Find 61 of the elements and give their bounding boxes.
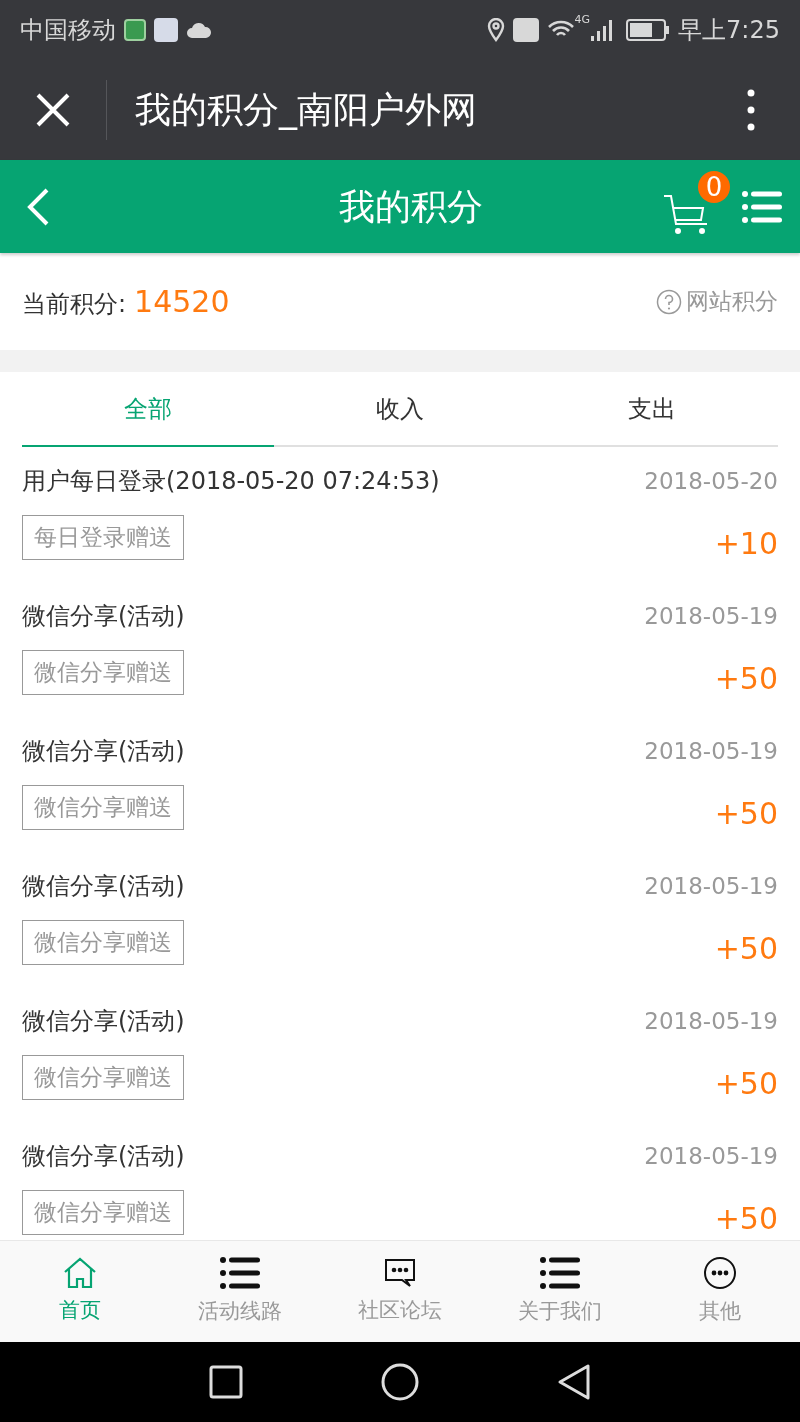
nav-item[interactable]: 活动线路: [160, 1241, 320, 1342]
record-date: 2018-05-19: [644, 601, 778, 631]
back-icon: [26, 186, 50, 227]
nav-item[interactable]: 首页: [0, 1241, 160, 1342]
home-icon: [63, 1256, 97, 1289]
tab[interactable]: 收入: [274, 372, 526, 445]
record-amount: +50: [714, 794, 778, 833]
cloud-icon: [186, 21, 212, 39]
record-title: 用户每日登录(2018-05-20 07:24:53): [22, 466, 440, 497]
record-date: 2018-05-20: [644, 466, 778, 496]
tab[interactable]: 全部: [22, 372, 274, 447]
location-icon: [486, 18, 505, 42]
record-amount: +50: [714, 929, 778, 968]
home-circle-icon[interactable]: [381, 1363, 419, 1401]
nav-item[interactable]: 关于我们: [480, 1241, 640, 1342]
record-title: 微信分享(活动): [22, 601, 185, 632]
clock: 早上7:25: [678, 15, 780, 46]
more-icon: [747, 88, 755, 132]
record-title: 微信分享(活动): [22, 1006, 185, 1037]
cart-badge: 0: [698, 170, 730, 203]
nav-item[interactable]: 其他: [640, 1241, 800, 1342]
record-tag: 微信分享赠送: [22, 650, 184, 695]
record-title: 微信分享(活动): [22, 1141, 185, 1172]
record-date: 2018-05-19: [644, 736, 778, 766]
help-icon: [656, 288, 682, 315]
record-amount: +10: [714, 524, 778, 563]
points-label: 当前积分:: [22, 289, 127, 320]
list-icon: [540, 1255, 580, 1290]
record-tag: 微信分享赠送: [22, 1055, 184, 1100]
record-date: 2018-05-19: [644, 1141, 778, 1171]
record-title: 微信分享(活动): [22, 871, 185, 902]
battery-icon: [626, 19, 671, 41]
back-triangle-icon[interactable]: [557, 1363, 591, 1401]
record-date: 2018-05-19: [644, 1006, 778, 1036]
record-tag: 每日登录赠送: [22, 515, 184, 560]
more-icon: [703, 1255, 737, 1290]
recent-apps-icon[interactable]: [209, 1365, 243, 1399]
record-tag: 微信分享赠送: [22, 920, 184, 965]
record-amount: +50: [714, 1199, 778, 1238]
record-date: 2018-05-19: [644, 871, 778, 901]
menu-icon: [742, 189, 782, 224]
network-label: 4G: [574, 12, 591, 28]
record-tag: 微信分享赠送: [22, 785, 184, 830]
chat-icon: [384, 1256, 416, 1289]
record-amount: +50: [714, 1064, 778, 1103]
record-title: 微信分享(活动): [22, 736, 185, 767]
help-link[interactable]: 网站积分: [686, 284, 778, 319]
page-title: 我的积分_南阳户外网: [135, 88, 478, 132]
cart-button[interactable]: 0: [656, 168, 732, 245]
points-value: 14520: [134, 283, 230, 321]
tab[interactable]: 支出: [526, 372, 778, 445]
nav-item[interactable]: 社区论坛: [320, 1241, 480, 1342]
app-icon: [124, 19, 146, 41]
signal-icon: [590, 18, 615, 42]
header-title: 我的积分: [338, 184, 484, 229]
app-icon: [154, 18, 178, 42]
record-tag: 微信分享赠送: [22, 1190, 184, 1235]
carrier: 中国移动: [20, 15, 116, 46]
list-icon: [220, 1255, 260, 1290]
record-amount: +50: [714, 659, 778, 698]
close-icon: [35, 92, 71, 128]
